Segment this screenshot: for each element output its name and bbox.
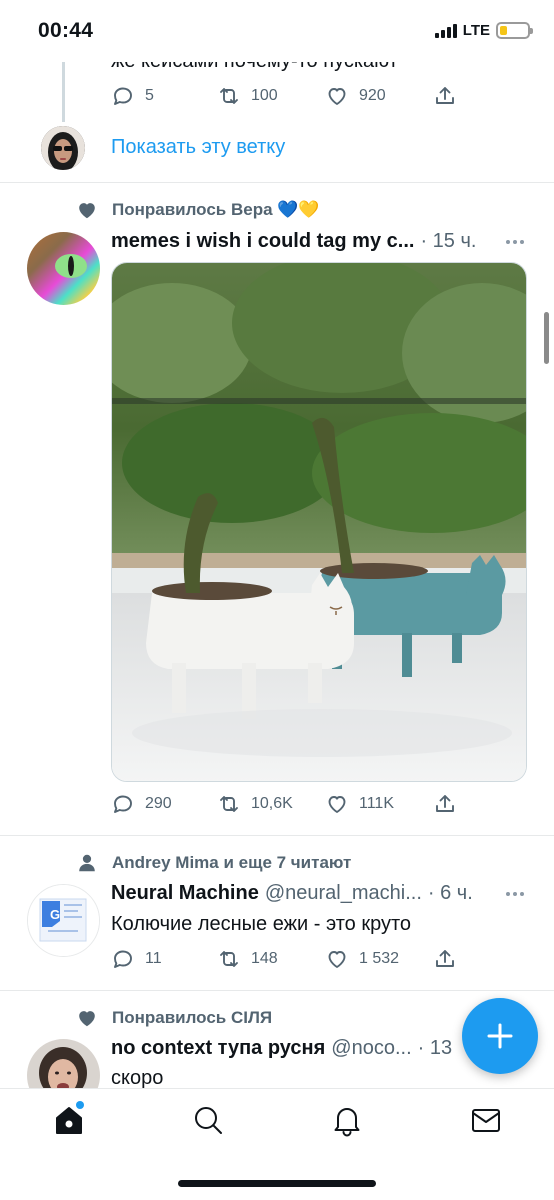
tweet1-like-button[interactable]: 111K <box>325 792 433 816</box>
tweet3-handle[interactable]: @noco... <box>331 1037 411 1060</box>
tweet1-like-count: 111K <box>359 795 394 812</box>
tweet1-share-button[interactable] <box>433 792 457 816</box>
tweet2-share-button[interactable] <box>433 947 457 971</box>
tweet2-header: Neural Machine @neural_machi... · 6 ч. <box>111 882 473 905</box>
messages-icon <box>472 1109 500 1132</box>
retweet-icon <box>220 796 238 812</box>
retweet-icon <box>220 951 238 967</box>
status-bar: 00:44 LTE <box>0 0 554 62</box>
tweet1-social-context: Понравилось Вера 💙💛 <box>76 199 320 221</box>
tweet2-author-name[interactable]: Neural Machine <box>111 882 259 905</box>
heart-filled-icon <box>79 203 95 219</box>
divider <box>0 990 554 991</box>
heart-icon <box>328 951 346 968</box>
network-label: LTE <box>462 22 490 39</box>
cat-cactus-planters-image <box>112 263 526 781</box>
tweet3-header: no context тупа русня @noco... · 13 <box>111 1037 452 1060</box>
tweet1-time: · 15 ч. <box>420 230 477 252</box>
tweet2-context-text: Andrey Mima и еще 7 читают <box>112 853 352 872</box>
reply-button[interactable]: 5 <box>111 84 217 108</box>
tweet1-avatar[interactable] <box>27 232 100 305</box>
tweet1-context-text: Понравилось Вера 💙💛 <box>112 200 320 219</box>
tab-messages[interactable] <box>469 1103 503 1137</box>
tweet3-social-context: Понравилось СIЛЯ <box>76 1007 272 1029</box>
tweet2-social-context: Andrey Mima и еще 7 читают <box>76 852 351 874</box>
home-unread-dot <box>76 1101 84 1109</box>
tweet2-retweet-count: 148 <box>251 950 278 967</box>
tweet3-text: скоро <box>111 1067 164 1089</box>
thread-avatar-image <box>41 126 85 170</box>
tweet2-text: Колючие лесные ежи - это круто <box>111 913 412 935</box>
heart-filled-icon <box>79 1011 95 1027</box>
tweet1-actions: 290 10,6K 111K <box>111 792 457 816</box>
like-button[interactable]: 920 <box>325 84 433 108</box>
home-indicator <box>178 1180 376 1187</box>
share-icon <box>436 87 454 104</box>
person-icon <box>79 854 95 872</box>
tweet2-reply-button[interactable]: 11 <box>111 947 217 971</box>
reply-icon <box>114 795 132 813</box>
tweet1-author-name[interactable]: memes i wish i could tag my c... <box>111 230 414 253</box>
status-icons: LTE <box>434 22 533 39</box>
reply-icon <box>114 950 132 968</box>
share-icon <box>436 950 454 967</box>
scrollbar[interactable] <box>544 312 549 364</box>
tweet1-retweet-count: 10,6K <box>251 795 293 812</box>
tweet1-reply-count: 290 <box>145 795 172 812</box>
tweet3-author-name[interactable]: no context тупа русня <box>111 1037 325 1060</box>
divider <box>0 182 554 183</box>
tweet1-more-button[interactable] <box>506 240 524 244</box>
retweet-icon <box>220 88 238 104</box>
tweet2-time: · 6 ч. <box>427 882 473 904</box>
tweet2-more-button[interactable] <box>506 892 524 896</box>
tweet3-context-text: Понравилось СIЛЯ <box>112 1008 273 1027</box>
tweet1-media-image[interactable] <box>111 262 527 782</box>
compose-tweet-button[interactable] <box>462 998 538 1074</box>
retweet-button[interactable]: 100 <box>217 84 325 108</box>
thread-actions: 5 100 920 <box>111 84 457 108</box>
share-icon <box>436 795 454 812</box>
battery-icon <box>496 22 533 39</box>
reply-count: 5 <box>145 87 154 104</box>
tweet1-reply-button[interactable]: 290 <box>111 792 217 816</box>
show-thread-link[interactable]: Показать эту ветку <box>111 136 285 159</box>
like-count: 920 <box>359 87 386 104</box>
tweet1-avatar-image <box>27 232 100 305</box>
tweet2-like-count: 1 532 <box>359 950 400 967</box>
svg-text:G: G <box>50 907 60 922</box>
tab-search[interactable] <box>191 1103 225 1137</box>
tweet2-handle[interactable]: @neural_machi... <box>265 882 422 905</box>
signal-icon <box>434 23 457 38</box>
tweet1-retweet-button[interactable]: 10,6K <box>217 792 325 816</box>
tweet2-retweet-button[interactable]: 148 <box>217 947 325 971</box>
thread-avatar[interactable] <box>41 126 85 170</box>
divider <box>0 835 554 836</box>
status-time: 00:44 <box>38 19 94 42</box>
retweet-count: 100 <box>251 87 278 104</box>
notifications-icon <box>334 1108 360 1137</box>
reply-icon <box>114 87 132 105</box>
heart-icon <box>328 88 346 105</box>
share-button[interactable] <box>433 84 457 108</box>
tweet2-avatar[interactable]: G <box>27 884 100 957</box>
tweet2-avatar-image: G <box>28 885 99 956</box>
search-icon <box>195 1107 222 1134</box>
tweet2-actions: 11 148 1 532 <box>111 947 457 971</box>
heart-icon <box>328 796 346 813</box>
battery-level <box>500 26 507 35</box>
thread-line <box>62 62 65 122</box>
tweet1-header: memes i wish i could tag my c... · 15 ч. <box>111 230 476 253</box>
plus-icon <box>487 1023 513 1049</box>
tab-notifications[interactable] <box>330 1103 364 1137</box>
tweet2-like-button[interactable]: 1 532 <box>325 947 433 971</box>
tweet3-time: · 13 <box>417 1037 453 1059</box>
tweet2-reply-count: 11 <box>145 950 162 967</box>
